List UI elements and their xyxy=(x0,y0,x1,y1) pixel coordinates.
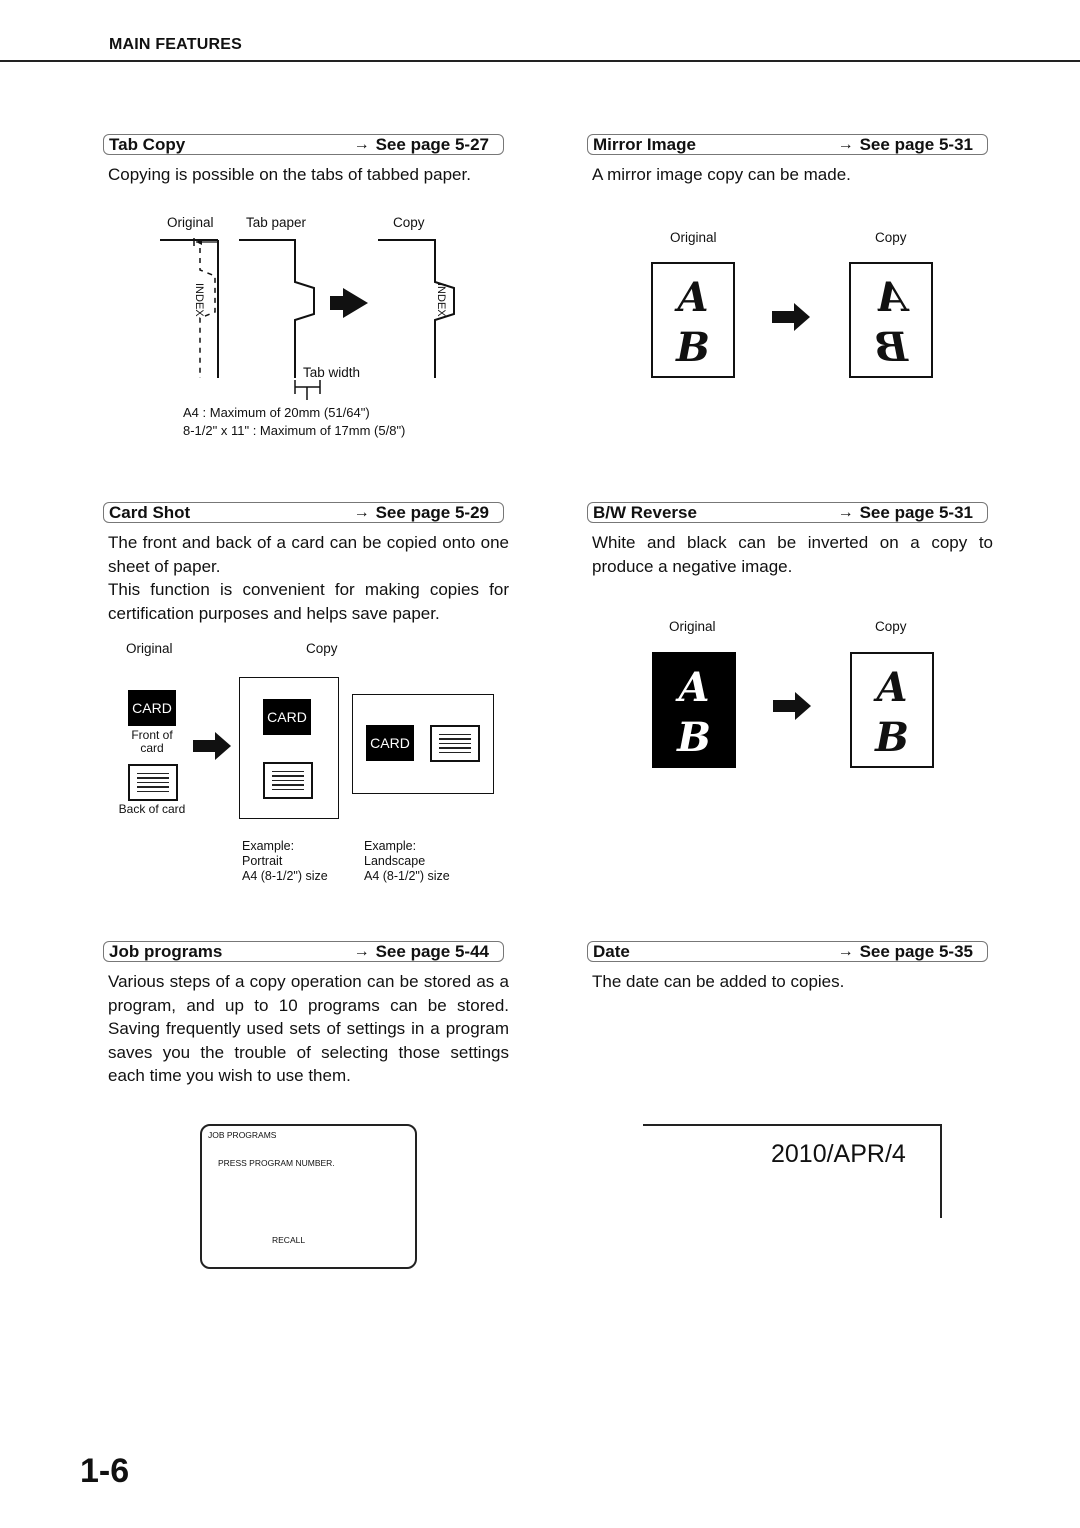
page-reference[interactable]: → See page 5-27 xyxy=(354,135,489,155)
arrow-right-icon xyxy=(772,303,810,331)
portrait-copy-page: CARD xyxy=(239,677,339,819)
screen-title: JOB PROGRAMS xyxy=(208,1130,277,1140)
arrow-right-icon: → xyxy=(837,503,854,521)
example-landscape: Example: Landscape A4 (8-1/2") size xyxy=(364,839,450,884)
reversed-copy-page: A B xyxy=(850,652,934,768)
arrow-right-icon xyxy=(193,732,231,760)
example-size: A4 (8-1/2") size xyxy=(364,869,450,883)
section-header-card-shot: Card Shot → See page 5-29 xyxy=(103,502,504,523)
section-title: Date xyxy=(593,941,630,961)
figure-label-copy: Copy xyxy=(875,230,907,245)
card-front: CARD xyxy=(128,690,176,726)
arrow-right-icon xyxy=(773,692,811,720)
letter-a: A xyxy=(677,274,709,321)
arrow-right-icon: → xyxy=(353,135,370,153)
original-page-inverted: A B xyxy=(652,652,736,768)
recall-button[interactable]: RECALL xyxy=(272,1235,305,1245)
original-page-outline xyxy=(160,238,219,378)
card-back xyxy=(128,764,178,801)
section-title: Card Shot xyxy=(109,502,191,522)
section-header-mirror-image: Mirror Image → See page 5-31 xyxy=(587,134,988,155)
section-header-bw-reverse: B/W Reverse → See page 5-31 xyxy=(587,502,988,523)
letter-a-mirrored: A xyxy=(875,274,907,321)
figure-label-original: Original xyxy=(670,230,717,245)
section-title: Tab Copy xyxy=(109,134,186,154)
section-header-job-programs: Job programs → See page 5-44 xyxy=(103,941,504,962)
figure-label-original: Original xyxy=(167,215,214,230)
card-back-copy xyxy=(430,725,480,762)
page-reference[interactable]: → See page 5-29 xyxy=(354,503,489,523)
page-reference-label: See page 5-31 xyxy=(859,502,973,522)
letter-a: A xyxy=(678,664,710,711)
arrow-right-icon xyxy=(330,288,368,318)
index-tab-label: INDEX xyxy=(435,283,447,317)
example-size: A4 (8-1/2") size xyxy=(242,869,328,883)
section-header-date: Date → See page 5-35 xyxy=(587,941,988,962)
arrow-right-icon: → xyxy=(353,503,370,521)
example-orientation: Landscape xyxy=(364,854,426,868)
figure-label-tab-paper: Tab paper xyxy=(246,215,307,230)
back-of-card-label: Back of card xyxy=(118,802,186,816)
example-orientation: Portrait xyxy=(242,854,283,868)
index-tab-label: INDEX xyxy=(193,283,205,317)
letter-b: B xyxy=(677,714,711,761)
landscape-copy-page: CARD xyxy=(352,694,494,794)
letter-b: B xyxy=(875,714,909,761)
figure-label-copy: Copy xyxy=(875,619,907,634)
section-description: A mirror image copy can be made. xyxy=(592,165,851,184)
original-page: A B xyxy=(651,262,735,378)
figure-label-copy: Copy xyxy=(393,215,425,230)
page-reference-label: See page 5-35 xyxy=(859,941,973,961)
tab-width-label: Tab width xyxy=(303,365,361,380)
page-reference[interactable]: → See page 5-35 xyxy=(838,942,973,962)
job-programs-screen: JOB PROGRAMS PRESS PROGRAM NUMBER. RECAL… xyxy=(200,1124,417,1269)
section-description: Various steps of a copy operation can be… xyxy=(108,972,509,1085)
header-rule xyxy=(0,60,1080,62)
arrow-right-icon: → xyxy=(353,942,370,960)
section-description: The date can be added to copies. xyxy=(592,972,845,991)
example-label: Example: xyxy=(364,839,417,853)
section-description: Copying is possible on the tabs of tabbe… xyxy=(108,165,471,184)
letter-b: B xyxy=(676,324,710,371)
tab-width-note-letter: 8-1/2" x 11" : Maximum of 17mm (5/8") xyxy=(183,423,406,438)
page-reference-label: See page 5-44 xyxy=(375,941,489,961)
figure-label-original: Original xyxy=(126,641,173,656)
figure-label-copy: Copy xyxy=(306,641,338,656)
card-front-copy: CARD xyxy=(366,725,414,761)
page-reference[interactable]: → See page 5-31 xyxy=(838,503,973,523)
page-reference[interactable]: → See page 5-31 xyxy=(838,135,973,155)
figure-label-original: Original xyxy=(669,619,716,634)
section-description-2: This function is convenient for making c… xyxy=(108,580,509,623)
tab-width-note-a4: A4 : Maximum of 20mm (51/64") xyxy=(183,405,370,420)
arrow-right-icon: → xyxy=(837,135,854,153)
arrow-right-icon: → xyxy=(837,942,854,960)
front-of-card-label: Front of card xyxy=(131,728,173,755)
card-back-copy xyxy=(263,762,313,799)
section-description: The front and back of a card can be copi… xyxy=(108,533,509,576)
page-number: 1-6 xyxy=(80,1452,130,1490)
section-description: White and black can be inverted on a cop… xyxy=(592,533,993,576)
date-sample: 2010/APR/4 xyxy=(771,1140,906,1168)
letter-b-mirrored: B xyxy=(874,324,908,371)
example-portrait: Example: Portrait A4 (8-1/2") size xyxy=(242,839,328,884)
section-header-tab-copy: Tab Copy → See page 5-27 xyxy=(103,134,504,155)
page-reference[interactable]: → See page 5-44 xyxy=(354,942,489,962)
letter-a: A xyxy=(876,664,908,711)
example-label: Example: xyxy=(242,839,295,853)
page-reference-label: See page 5-31 xyxy=(859,134,973,154)
section-title: Mirror Image xyxy=(593,134,696,154)
card-front-copy: CARD xyxy=(263,699,311,735)
section-title: B/W Reverse xyxy=(593,502,697,522)
date-sample-corner xyxy=(643,1124,942,1218)
page-header-title: MAIN FEATURES xyxy=(109,36,242,53)
section-title: Job programs xyxy=(109,941,223,961)
mirrored-copy-page: A B xyxy=(849,262,933,378)
screen-message: PRESS PROGRAM NUMBER. xyxy=(218,1158,335,1168)
page-reference-label: See page 5-27 xyxy=(375,134,489,154)
page-reference-label: See page 5-29 xyxy=(375,502,489,522)
